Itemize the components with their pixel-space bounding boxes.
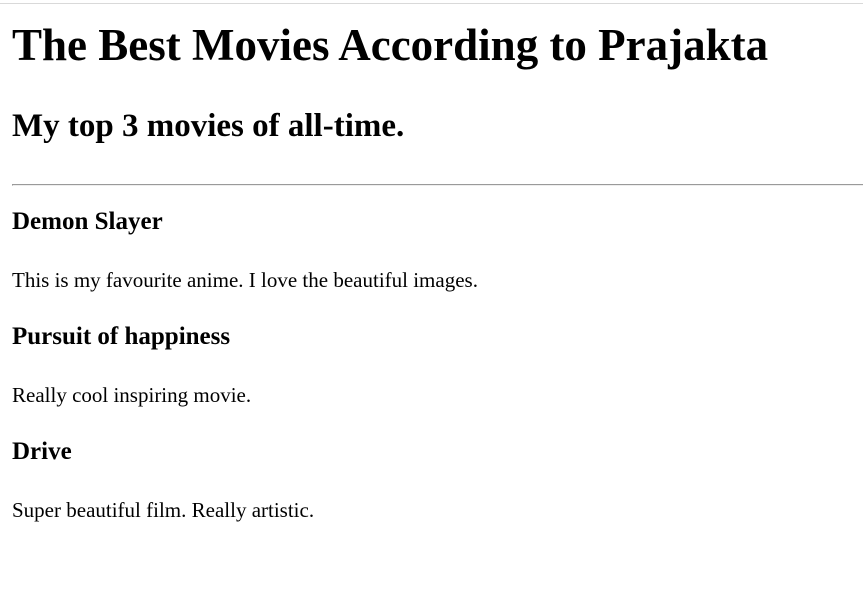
movie-description-drive: Super beautiful film. Really artistic.: [12, 498, 315, 522]
page-subtitle: My top 3 movies of all-time.: [12, 108, 405, 144]
horizontal-divider: [12, 184, 863, 186]
top-border: [0, 3, 863, 4]
movie-title-drive: Drive: [12, 438, 72, 465]
movie-title-demon-slayer: Demon Slayer: [12, 208, 163, 235]
movie-description-demon-slayer: This is my favourite anime. I love the b…: [12, 268, 478, 292]
movie-description-pursuit-of-happiness: Really cool inspiring movie.: [12, 383, 252, 407]
movie-title-pursuit-of-happiness: Pursuit of happiness: [12, 323, 231, 350]
page-title: The Best Movies According to Prajakta: [12, 20, 769, 70]
